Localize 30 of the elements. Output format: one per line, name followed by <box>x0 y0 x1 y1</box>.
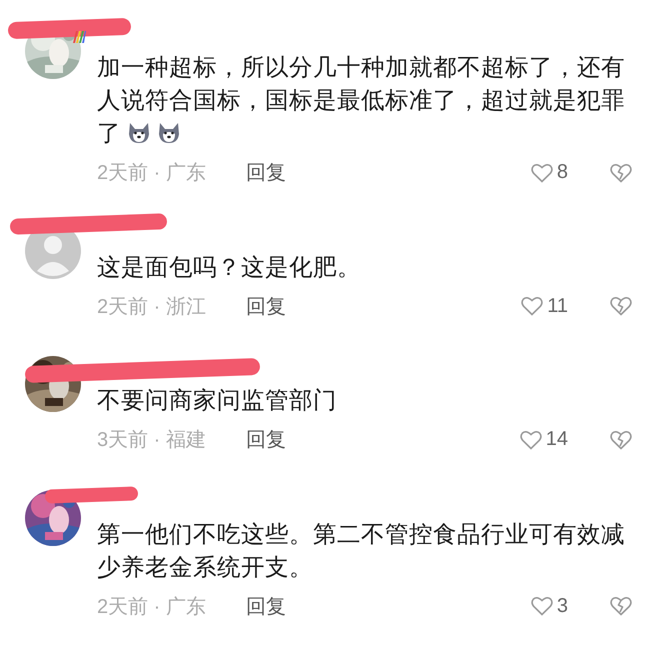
like-count: 11 <box>547 294 568 318</box>
heart-icon[interactable] <box>521 296 544 316</box>
reply-button[interactable]: 回复 <box>246 159 286 186</box>
time-location: 2天前 · 广东 <box>97 161 206 186</box>
comment-text-line: 了 <box>97 120 121 146</box>
comment-text-line: 少养老金系统开支。 <box>97 554 313 580</box>
comment-text-line: 第一他们不吃这些。第二不管控食品行业可有效减 <box>97 520 625 546</box>
broken-heart-icon[interactable] <box>610 296 632 316</box>
comment-text-line: 人说符合国标，国标是最低标准了，超过就是犯罪 <box>97 87 625 113</box>
rainbow-badge-icon <box>72 31 86 43</box>
reply-button[interactable]: 回复 <box>246 292 286 320</box>
comment-text-line: 不要问商家问监管部门 <box>97 387 337 413</box>
time-location: 2天前 · 浙江 <box>97 294 206 320</box>
comment-text-line: 这是面包吗？这是化肥。 <box>97 254 361 280</box>
broken-heart-icon[interactable] <box>610 430 632 450</box>
reply-button[interactable]: 回复 <box>246 426 286 453</box>
heart-icon[interactable] <box>520 430 542 450</box>
broken-heart-icon[interactable] <box>610 596 632 616</box>
heart-icon[interactable] <box>530 162 553 182</box>
like-count: 14 <box>546 428 568 451</box>
husky-emoji-icon <box>127 122 151 144</box>
reply-button[interactable]: 回复 <box>246 592 286 620</box>
time-location: 2天前 · 广东 <box>97 594 206 620</box>
broken-heart-icon[interactable] <box>610 162 632 182</box>
time-location: 3天前 · 福建 <box>97 428 206 453</box>
like-count: 3 <box>556 594 568 618</box>
husky-emoji-icon <box>157 122 181 144</box>
heart-icon[interactable] <box>530 596 553 616</box>
like-count: 8 <box>556 161 568 184</box>
comment-text-line: 加一种超标，所以分几十种加就都不超标了，还有 <box>97 54 625 80</box>
